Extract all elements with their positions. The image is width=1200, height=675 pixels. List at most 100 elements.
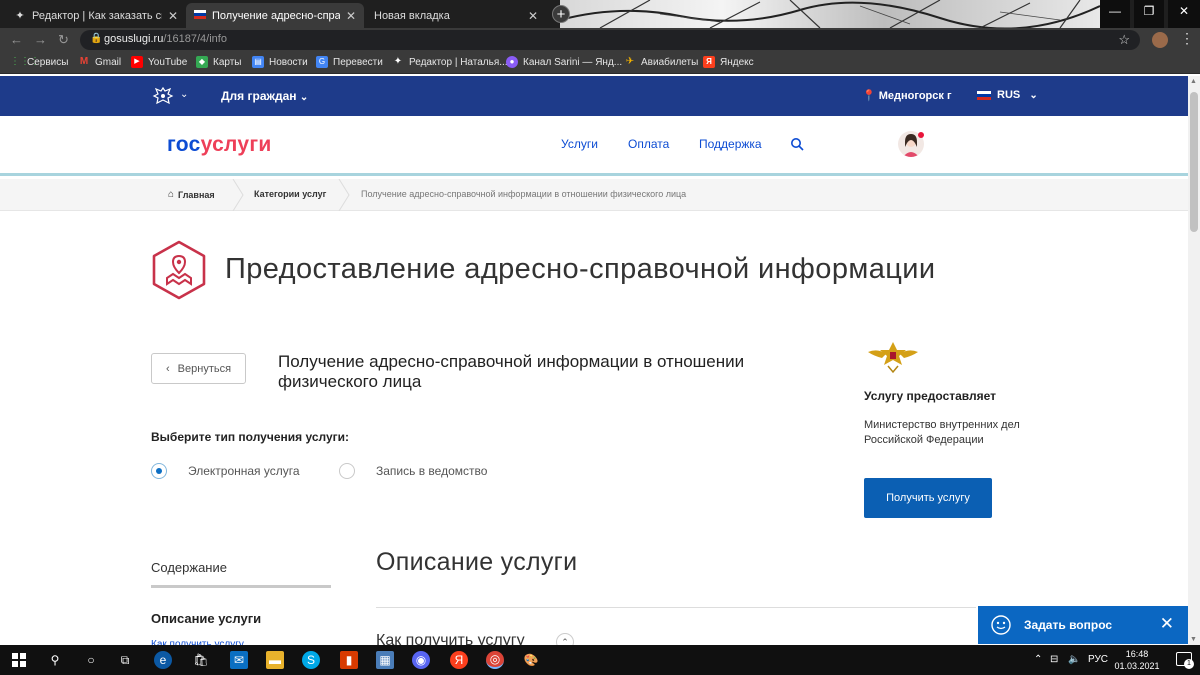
close-tab-icon[interactable]: ✕ bbox=[346, 9, 356, 23]
nav-payment[interactable]: Оплата bbox=[628, 137, 669, 151]
tab-editor[interactable]: ✦ Редактор | Как заказать справку ✕ bbox=[6, 3, 186, 28]
bookmark-star-icon[interactable]: ☆ bbox=[1118, 32, 1130, 48]
reload-icon[interactable]: ↻ bbox=[58, 32, 69, 48]
ask-question-widget[interactable]: Задать вопрос ✕ bbox=[978, 606, 1188, 644]
bookmark-translate[interactable]: G Перевести bbox=[316, 56, 383, 68]
news-icon: ▤ bbox=[252, 56, 264, 68]
search-icon[interactable]: ⚲ bbox=[46, 651, 64, 669]
close-tab-icon[interactable]: ✕ bbox=[168, 9, 178, 23]
calculator-icon[interactable]: ▦ bbox=[376, 651, 394, 669]
radio-electronic[interactable] bbox=[151, 463, 167, 479]
tab-gosuslugi[interactable]: Получение адресно-справочной ✕ bbox=[186, 3, 364, 28]
breadcrumb-current: Получение адресно-справочной информации … bbox=[361, 189, 687, 199]
input-language[interactable]: РУС bbox=[1088, 654, 1108, 665]
breadcrumb-separator bbox=[338, 179, 350, 211]
city-selector[interactable]: 📍 Медногорск г bbox=[862, 89, 952, 102]
forward-arrow-icon[interactable]: → bbox=[34, 32, 47, 47]
zen-icon: ● bbox=[506, 56, 518, 68]
toc-item-description[interactable]: Описание услуги bbox=[151, 611, 261, 626]
gosuslugi-logo[interactable]: госуслуги bbox=[167, 133, 272, 157]
folder-icon[interactable]: ▬ bbox=[266, 651, 284, 669]
chevron-left-icon: ‹ bbox=[166, 362, 170, 375]
mail-icon[interactable]: ✉ bbox=[230, 651, 248, 669]
nav-services[interactable]: Услуги bbox=[561, 137, 598, 151]
gov-top-bar: ⌄ Для граждан ⌄ 📍 Медногорск г RUS ⌄ bbox=[0, 76, 1188, 116]
volume-icon[interactable]: 🔈 bbox=[1068, 654, 1080, 665]
back-arrow-icon[interactable]: ← bbox=[10, 32, 23, 47]
notification-dot bbox=[918, 132, 924, 138]
office-icon[interactable]: ▮ bbox=[340, 651, 358, 669]
chat-robot-icon bbox=[991, 615, 1011, 635]
breadcrumb-home[interactable]: ⌂ Главная bbox=[168, 189, 215, 200]
notification-count: 1 bbox=[1184, 659, 1194, 669]
scroll-down-icon[interactable]: ▼ bbox=[1190, 636, 1197, 643]
url-text: gosuslugi.ru/16187/4/info bbox=[104, 33, 227, 45]
radio-electronic-label[interactable]: Электронная услуга bbox=[188, 464, 300, 478]
scroll-up-icon[interactable]: ▲ bbox=[1190, 78, 1197, 85]
tab-label: Редактор | Как заказать справку bbox=[32, 9, 162, 22]
new-tab-button[interactable]: + bbox=[552, 5, 570, 23]
windows-start-icon[interactable] bbox=[10, 651, 28, 669]
chrome-icon[interactable]: ◎ bbox=[486, 651, 504, 669]
bookmarks-bar: ⋮⋮⋮ Сервисы M Gmail ▶ YouTube ◆ Карты ▤ Новос… bbox=[0, 52, 1200, 74]
page-scrollbar[interactable]: ▲ ▼ bbox=[1188, 76, 1200, 645]
close-icon[interactable]: ✕ bbox=[1160, 614, 1174, 634]
yandex-browser-icon[interactable]: Я bbox=[450, 651, 468, 669]
apps-icon: ⋮⋮⋮ bbox=[10, 56, 40, 67]
bookmark-editor[interactable]: ✦ Редактор | Наталья... bbox=[392, 56, 508, 68]
discord-icon[interactable]: ◉ bbox=[412, 651, 430, 669]
system-clock[interactable]: 16:48 01.03.2021 bbox=[1112, 648, 1162, 672]
edge-icon[interactable]: e bbox=[154, 651, 172, 669]
bookmark-youtube[interactable]: ▶ YouTube bbox=[131, 56, 187, 68]
description-divider bbox=[376, 607, 976, 608]
language-selector[interactable]: RUS ⌄ bbox=[977, 89, 1038, 101]
minimize-icon[interactable]: — bbox=[1100, 0, 1130, 28]
close-window-icon[interactable]: ✕ bbox=[1168, 0, 1200, 28]
page-title: Предоставление адресно-справочной информ… bbox=[225, 253, 936, 285]
bookmark-news[interactable]: ▤ Новости bbox=[252, 56, 308, 68]
close-tab-icon[interactable]: ✕ bbox=[528, 9, 538, 23]
back-button[interactable]: ‹ Вернуться bbox=[151, 353, 246, 384]
bookmark-yandex[interactable]: Я Яндекс bbox=[703, 56, 754, 68]
address-bar[interactable]: 🔒 gosuslugi.ru/16187/4/info ☆ bbox=[80, 30, 1140, 50]
tab-strip-background bbox=[560, 0, 1100, 28]
scrollbar-thumb[interactable] bbox=[1190, 92, 1198, 232]
maps-icon: ◆ bbox=[196, 56, 208, 68]
get-service-button[interactable]: Получить услугу bbox=[864, 478, 992, 518]
bookmark-gmail[interactable]: M Gmail bbox=[78, 56, 121, 68]
ru-flag-icon bbox=[977, 90, 991, 100]
gmail-icon: M bbox=[79, 56, 89, 67]
bookmark-avia[interactable]: ✈ Авиабилеты bbox=[624, 56, 698, 68]
tab-new[interactable]: Новая вкладка ✕ bbox=[366, 3, 546, 28]
skype-icon[interactable]: S bbox=[302, 651, 320, 669]
browser-menu-icon[interactable]: ⋮ bbox=[1180, 30, 1194, 47]
paint-icon[interactable]: 🎨 bbox=[522, 651, 540, 669]
for-citizens-menu[interactable]: Для граждан ⌄ bbox=[221, 89, 308, 103]
screen: ✦ Редактор | Как заказать справку ✕ Полу… bbox=[0, 0, 1200, 675]
coat-of-arms-icon[interactable] bbox=[152, 86, 174, 106]
tray-chevron-up-icon[interactable]: ⌃ bbox=[1034, 654, 1042, 665]
provider-heading: Услугу предоставляет bbox=[864, 389, 997, 403]
flag-tab-icon bbox=[194, 9, 206, 22]
radio-appointment-label[interactable]: Запись в ведомство bbox=[376, 464, 487, 478]
restore-icon[interactable]: ❐ bbox=[1134, 0, 1164, 28]
yandex-icon: Я bbox=[703, 56, 715, 68]
store-icon[interactable]: 🛍 bbox=[192, 651, 210, 669]
chevron-down-icon: ⌄ bbox=[1029, 89, 1038, 101]
home-icon: ⌂ bbox=[168, 189, 175, 200]
mvd-emblem-icon bbox=[868, 342, 918, 374]
editor-icon: ✦ bbox=[393, 56, 403, 67]
breadcrumb-categories[interactable]: Категории услуг bbox=[254, 189, 326, 199]
network-icon[interactable]: ⊟ bbox=[1050, 654, 1058, 665]
bookmark-maps[interactable]: ◆ Карты bbox=[196, 56, 242, 68]
bookmark-zen[interactable]: ● Канал Sarini — Янд... bbox=[506, 56, 622, 68]
nav-support[interactable]: Поддержка bbox=[699, 137, 762, 151]
bookmark-services[interactable]: ⋮⋮⋮ Сервисы bbox=[10, 56, 68, 68]
tab-label: Получение адресно-справочной bbox=[212, 9, 340, 22]
search-icon[interactable] bbox=[790, 137, 804, 151]
cortana-icon[interactable]: ○ bbox=[82, 651, 100, 669]
profile-avatar[interactable] bbox=[1152, 32, 1168, 48]
chevron-down-icon[interactable]: ⌄ bbox=[180, 89, 188, 100]
radio-appointment[interactable] bbox=[339, 463, 355, 479]
task-view-icon[interactable]: ⧉ bbox=[116, 651, 134, 669]
